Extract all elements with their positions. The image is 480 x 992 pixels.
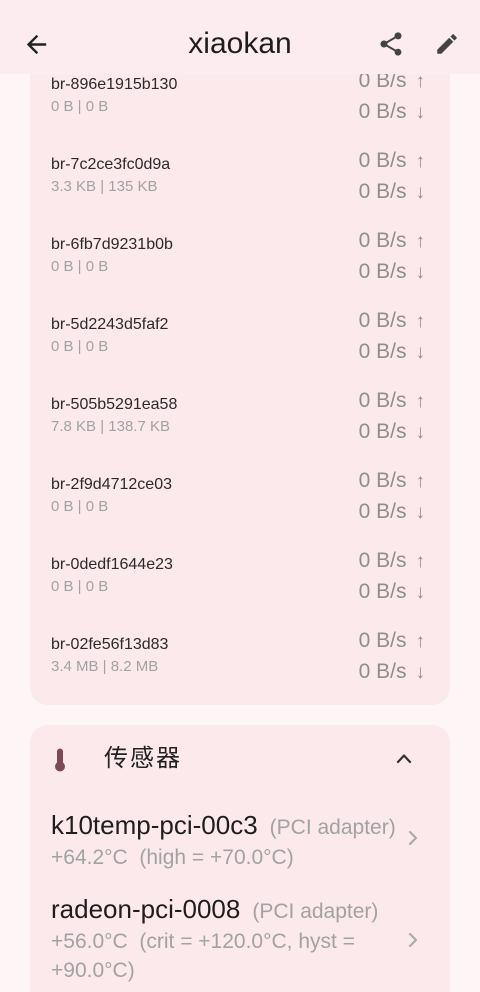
network-interface-row: br-7c2ce3fc0d9a 3.3 KB | 135 KB 0 B/s ↑ 0… xyxy=(30,144,450,224)
interface-name: br-7c2ce3fc0d9a xyxy=(51,156,171,173)
interface-total-traffic: 3.3 KB | 135 KB xyxy=(51,178,158,195)
chevron-up-icon[interactable] xyxy=(396,752,412,764)
download-arrow-icon: ↓ xyxy=(415,582,426,603)
interface-total-traffic: 0 B | 0 B xyxy=(51,98,109,115)
sensor-item[interactable]: k10temp-pci-00c3 (PCI adapter) +64.2°C (… xyxy=(30,805,450,889)
download-speed-value: 0 B/s xyxy=(358,500,407,523)
upload-speed-value: 0 B/s xyxy=(358,309,407,332)
download-speed: 0 B/s ↓ xyxy=(359,419,425,446)
download-arrow-icon: ↓ xyxy=(415,262,426,283)
download-speed-value: 0 B/s xyxy=(358,580,407,603)
upload-speed: 0 B/s ↑ xyxy=(359,388,425,415)
upload-speed: 0 B/s ↑ xyxy=(359,308,425,335)
edit-button[interactable] xyxy=(434,31,460,57)
download-speed: 0 B/s ↓ xyxy=(359,179,425,206)
upload-arrow-icon: ↑ xyxy=(415,151,426,172)
network-interface-row: br-505b5291ea58 7.8 KB | 138.7 KB 0 B/s ↑… xyxy=(30,384,450,464)
app-bar: xiaokan xyxy=(0,0,480,74)
download-speed-value: 0 B/s xyxy=(358,260,407,283)
upload-arrow-icon: ↑ xyxy=(415,231,426,252)
interface-total-traffic: 0 B | 0 B xyxy=(51,578,109,595)
download-arrow-icon: ↓ xyxy=(415,422,426,443)
upload-arrow-icon: ↑ xyxy=(415,631,426,652)
sensors-card: 传感器 k10temp-pci-00c3 (PCI adapter) +64.2… xyxy=(30,725,450,992)
sensor-reading: +56.0°C (crit = +120.0°C, hyst = +90.0°C… xyxy=(51,930,361,982)
chevron-right-icon[interactable] xyxy=(408,830,418,846)
upload-speed: 0 B/s ↑ xyxy=(359,468,425,495)
upload-speed-value: 0 B/s xyxy=(358,389,407,412)
interface-name: br-2f9d4712ce03 xyxy=(51,476,172,493)
thermometer-icon xyxy=(55,748,65,772)
network-interface-row: br-5d2243d5faf2 0 B | 0 B 0 B/s ↑ 0 B/s ↓ xyxy=(30,304,450,384)
network-interface-row: br-896e1915b130 0 B | 0 B 0 B/s ↑ 0 B/s ↓ xyxy=(30,64,450,144)
download-arrow-icon: ↓ xyxy=(415,102,426,123)
download-speed: 0 B/s ↓ xyxy=(359,99,425,126)
sensor-adapter: (PCI adapter) xyxy=(269,816,396,839)
sensor-title-line: radeon-pci-0008 (PCI adapter) xyxy=(51,893,378,928)
download-speed: 0 B/s ↓ xyxy=(359,259,425,286)
interface-name: br-02fe56f13d83 xyxy=(51,636,169,653)
sensor-item[interactable]: radeon-pci-0008 (PCI adapter) +56.0°C (c… xyxy=(30,889,450,992)
download-speed: 0 B/s ↓ xyxy=(359,579,425,606)
upload-arrow-icon: ↑ xyxy=(415,551,426,572)
download-speed-value: 0 B/s xyxy=(358,660,407,683)
network-interface-row: br-6fb7d9231b0b 0 B | 0 B 0 B/s ↑ 0 B/s ↓ xyxy=(30,224,450,304)
upload-arrow-icon: ↑ xyxy=(415,311,426,332)
share-icon[interactable] xyxy=(377,30,405,58)
download-arrow-icon: ↓ xyxy=(415,502,426,523)
download-speed-value: 0 B/s xyxy=(358,180,407,203)
upload-speed: 0 B/s ↑ xyxy=(359,148,425,175)
interface-total-traffic: 3.4 MB | 8.2 MB xyxy=(51,658,159,675)
page-title: xiaokan xyxy=(188,27,292,60)
upload-arrow-icon: ↑ xyxy=(415,71,426,92)
share-button[interactable] xyxy=(377,30,405,58)
network-interface-row: br-0dedf1644e23 0 B | 0 B 0 B/s ↑ 0 B/s ↓ xyxy=(30,544,450,624)
sensor-adapter: (PCI adapter) xyxy=(252,900,379,923)
upload-arrow-icon: ↑ xyxy=(415,471,426,492)
upload-speed: 0 B/s ↑ xyxy=(359,548,425,575)
download-arrow-icon: ↓ xyxy=(415,182,426,203)
upload-speed-value: 0 B/s xyxy=(358,549,407,572)
interface-total-traffic: 0 B | 0 B xyxy=(51,338,109,355)
sensor-name: radeon-pci-0008 xyxy=(51,894,241,924)
download-arrow-icon: ↓ xyxy=(415,662,426,683)
edit-pencil-icon[interactable] xyxy=(434,31,460,57)
sensor-title-line: k10temp-pci-00c3 (PCI adapter) xyxy=(51,809,396,844)
back-button[interactable] xyxy=(22,30,51,59)
network-card: br-896e1915b130 0 B | 0 B 0 B/s ↑ 0 B/s ↓ … xyxy=(30,0,450,705)
download-speed-value: 0 B/s xyxy=(358,100,407,123)
sensors-section-header[interactable]: 传感器 xyxy=(30,725,450,795)
chevron-right-icon[interactable] xyxy=(408,932,418,948)
network-interface-row: br-02fe56f13d83 3.4 MB | 8.2 MB 0 B/s ↑ 0… xyxy=(30,624,450,704)
upload-speed: 0 B/s ↑ xyxy=(359,228,425,255)
download-speed: 0 B/s ↓ xyxy=(359,339,425,366)
interface-name: br-6fb7d9231b0b xyxy=(51,236,173,253)
upload-arrow-icon: ↑ xyxy=(415,391,426,412)
download-speed-value: 0 B/s xyxy=(358,340,407,363)
interface-name: br-896e1915b130 xyxy=(51,76,178,93)
interface-total-traffic: 7.8 KB | 138.7 KB xyxy=(51,418,170,435)
download-arrow-icon: ↓ xyxy=(415,342,426,363)
download-speed-value: 0 B/s xyxy=(358,420,407,443)
network-interface-row: br-2f9d4712ce03 0 B | 0 B 0 B/s ↑ 0 B/s ↓ xyxy=(30,464,450,544)
interface-name: br-5d2243d5faf2 xyxy=(51,316,169,333)
upload-speed-value: 0 B/s xyxy=(358,229,407,252)
upload-speed-value: 0 B/s xyxy=(358,469,407,492)
sensor-name: k10temp-pci-00c3 xyxy=(51,810,258,840)
interface-name: br-0dedf1644e23 xyxy=(51,556,173,573)
download-speed: 0 B/s ↓ xyxy=(359,499,425,526)
upload-speed-value: 0 B/s xyxy=(358,629,407,652)
interface-name: br-505b5291ea58 xyxy=(51,396,178,413)
upload-speed: 0 B/s ↑ xyxy=(359,628,425,655)
sensor-reading: +64.2°C (high = +70.0°C) xyxy=(51,846,294,869)
upload-speed-value: 0 B/s xyxy=(358,149,407,172)
arrow-back-icon[interactable] xyxy=(22,30,51,59)
sensors-section-title: 传感器 xyxy=(104,745,182,772)
interface-total-traffic: 0 B | 0 B xyxy=(51,258,109,275)
interface-total-traffic: 0 B | 0 B xyxy=(51,498,109,515)
download-speed: 0 B/s ↓ xyxy=(359,659,425,686)
